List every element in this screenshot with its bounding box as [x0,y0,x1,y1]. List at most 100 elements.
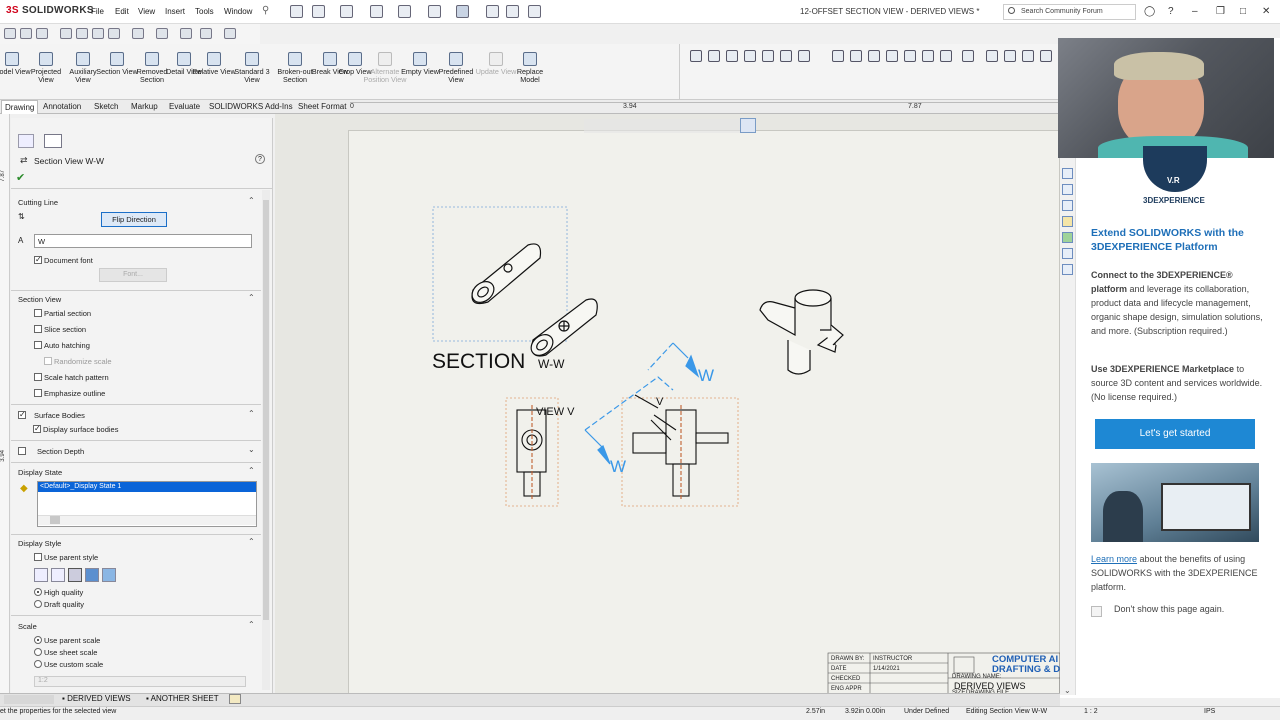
view-icon-4[interactable] [1040,50,1052,62]
collapse-chevron-icon[interactable]: ⌃ [248,196,255,205]
add-sheet-icon[interactable] [229,694,241,704]
quick-copy-icon[interactable] [76,28,88,39]
flip-direction-button[interactable]: Flip Direction [101,212,167,227]
align-icon[interactable] [832,50,844,62]
solidworks-logo[interactable]: 3S SOLIDWORKS [6,5,94,16]
high-quality-radio[interactable] [34,588,42,596]
pm-scrollbar-thumb[interactable] [263,200,269,620]
help-icon[interactable]: ? [1168,6,1174,17]
quick-hand-icon[interactable] [200,28,212,39]
display-state-header[interactable]: Display State [18,468,62,477]
tab-solidworks-add-ins[interactable]: SOLIDWORKS Add-Ins [209,102,293,111]
quick-sketch-icon[interactable] [4,28,16,39]
hidden-lines-removed-icon[interactable] [68,568,82,582]
menu-window[interactable]: Window [224,7,252,16]
menu-file[interactable]: File [91,7,104,16]
use-custom-scale-radio[interactable] [34,660,42,668]
quick-paste-icon[interactable] [92,28,104,39]
task-pane-forum-icon[interactable] [1062,264,1073,275]
collapse-chevron-icon[interactable]: ⌃ [248,409,255,418]
display-style-header[interactable]: Display Style [18,539,61,548]
task-pane-3dcontent-icon[interactable] [1062,184,1073,195]
menu-insert[interactable]: Insert [165,7,185,16]
custom-scale-select[interactable]: 1:2 [34,676,246,687]
tab-evaluate[interactable]: Evaluate [169,102,200,111]
minimize-icon[interactable]: – [1192,6,1198,17]
status-scale[interactable]: 1 : 2 [1084,708,1098,715]
task-pane-appearances-icon[interactable] [1062,232,1073,243]
line-color-icon[interactable] [726,50,738,62]
display-surface-bodies-checkbox[interactable] [33,424,41,433]
user-icon[interactable]: ◯ [1144,6,1155,17]
cutting-letter-w-upper[interactable]: W [698,366,714,385]
quick-edit-icon[interactable] [180,28,192,39]
use-sheet-scale-radio[interactable] [34,648,42,656]
partial-section-checkbox[interactable] [34,309,42,317]
sheet-nav-arrows[interactable] [4,695,54,704]
options-gear-icon[interactable] [528,5,541,18]
open-icon[interactable] [340,5,353,18]
task-pane-design-library-icon[interactable] [1062,200,1073,211]
tab-sheet-format[interactable]: Sheet Format [298,102,346,111]
hidden-lines-visible-icon[interactable] [51,568,65,582]
maximize-icon[interactable]: □ [1240,6,1246,17]
tab-annotation[interactable]: Annotation [43,102,81,111]
slice-section-checkbox[interactable] [34,325,42,333]
line-style-icon[interactable] [762,50,774,62]
randomize-scale-checkbox[interactable] [44,357,52,365]
layer-visibility-icon[interactable] [708,50,720,62]
use-parent-scale-radio[interactable] [34,636,42,644]
tab-sketch[interactable]: Sketch [94,102,118,111]
property-manager-tab-icon[interactable] [44,134,62,148]
collapse-chevron-icon[interactable]: ⌃ [248,293,255,302]
help-icon[interactable]: ? [255,154,265,164]
shaded-icon[interactable] [102,568,116,582]
predefined-view-button[interactable]: Predefined View [434,52,478,84]
tool-icon[interactable] [962,50,974,62]
status-units[interactable]: IPS [1204,708,1215,715]
select-icon[interactable] [456,5,469,18]
standard-3-view-button[interactable]: Standard 3 View [230,52,274,84]
cutting-letter-w-lower[interactable]: W [610,457,626,476]
quick-hide-icon[interactable] [156,28,168,39]
quick-model-icon[interactable] [20,28,32,39]
menu-tools[interactable]: Tools [195,7,214,16]
file-properties-icon[interactable] [506,5,519,18]
align-center-icon[interactable] [886,50,898,62]
home-icon[interactable] [290,5,303,18]
quick-orient-icon[interactable] [132,28,144,39]
rotate-icon[interactable] [922,50,934,62]
collapse-chevron-icon[interactable]: ⌃ [248,620,255,629]
search-input[interactable]: Search Community Forum [1003,4,1136,20]
section-label-input[interactable]: W [34,234,252,248]
tab-markup[interactable]: Markup [131,102,158,111]
section-depth-header[interactable]: Section Depth [37,447,84,456]
auto-hatching-checkbox[interactable] [34,341,42,349]
layer-icon[interactable] [690,50,702,62]
menu-edit[interactable]: Edit [115,7,129,16]
view-icon[interactable] [986,50,998,62]
draft-quality-radio[interactable] [34,600,42,608]
list-horizontal-scrollbar[interactable] [38,515,256,525]
lets-get-started-button[interactable]: Let's get started [1095,419,1255,449]
expand-chevron-icon[interactable]: ⌄ [248,445,255,454]
line-thickness-icon[interactable] [744,50,756,62]
group-icon[interactable] [940,50,952,62]
sheet-tab-derived-views[interactable]: ▪ DERIVED VIEWS [62,694,131,703]
3dexperience-promo-image[interactable] [1091,463,1259,542]
document-font-checkbox[interactable] [34,255,42,264]
zoom-icon[interactable] [904,50,916,62]
menu-view[interactable]: View [138,7,155,16]
font-button[interactable]: Font... [99,268,167,282]
section-depth-checkbox[interactable] [18,447,26,455]
task-pane-scroll-down-icon[interactable]: ⌄ [1064,686,1071,695]
shaded-with-edges-icon[interactable] [85,568,99,582]
learn-more-link[interactable]: Learn more [1091,554,1137,564]
ok-check-icon[interactable]: ✔ [16,171,25,184]
view-icon-3[interactable] [1022,50,1034,62]
align-left-icon[interactable] [850,50,862,62]
hide-show-edges-icon[interactable] [780,50,792,62]
collapse-chevron-icon[interactable]: ⌃ [248,466,255,475]
feature-manager-tab-icon[interactable] [18,134,34,148]
surface-bodies-checkbox[interactable] [18,410,26,419]
